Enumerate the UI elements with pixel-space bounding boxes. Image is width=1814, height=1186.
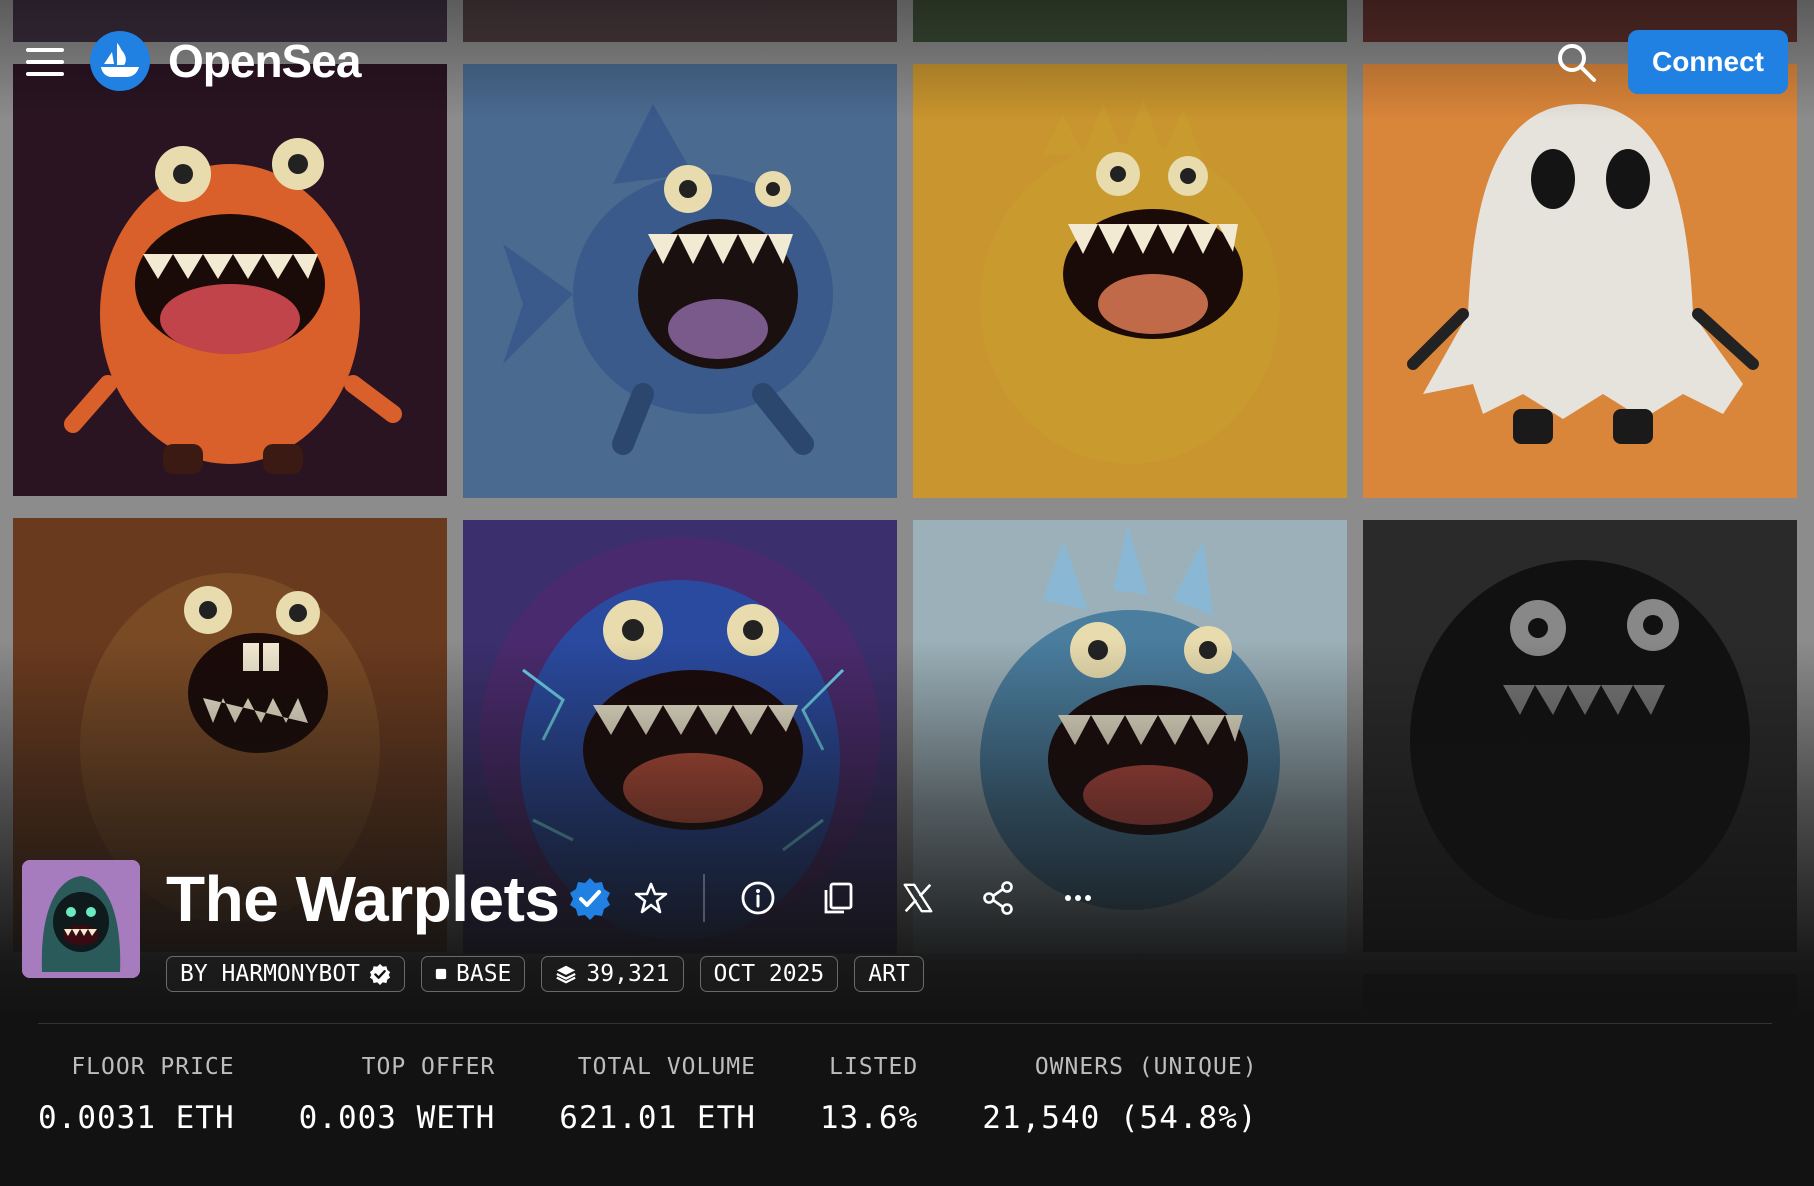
stat-label: FLOOR PRICE [71, 1054, 235, 1080]
date-tag: OCT 2025 [699, 956, 839, 992]
stats-divider [38, 1023, 1772, 1024]
x-twitter-icon[interactable] [898, 876, 938, 920]
items-count-tag[interactable]: 39,321 [541, 956, 684, 992]
collection-tags: BY HARMONYBOT BASE 39,321 OCT 2025 ART [166, 956, 924, 992]
stat-label: LISTED [829, 1054, 919, 1080]
base-chain-icon [435, 968, 447, 980]
stat-value: 21,540 (54.8%) [982, 1100, 1258, 1136]
stat-value: 0.0031 ETH [38, 1100, 235, 1136]
top-nav: OpenSea Connect [0, 0, 1814, 120]
info-icon[interactable] [738, 876, 778, 920]
stat-value: 621.01 ETH [559, 1100, 756, 1136]
stat-label: OWNERS (UNIQUE) [1034, 1054, 1258, 1080]
actions-divider [703, 874, 705, 922]
favorite-star-icon[interactable] [631, 876, 671, 920]
stat-floor-price[interactable]: FLOOR PRICE 0.0031 ETH [38, 1054, 235, 1136]
collection-title: The Warplets [166, 863, 560, 935]
category-tag-label: ART [868, 961, 910, 987]
copy-icon[interactable] [818, 876, 858, 920]
stat-label: TOTAL VOLUME [577, 1054, 756, 1080]
gallery-tile-orange-monster[interactable] [13, 64, 447, 496]
stat-value: 0.003 WETH [298, 1100, 496, 1136]
search-icon[interactable] [1554, 40, 1598, 84]
brand-name[interactable]: OpenSea [168, 34, 361, 88]
opensea-logo-icon[interactable] [90, 31, 150, 91]
collection-stats: FLOOR PRICE 0.0031 ETH TOP OFFER 0.003 W… [38, 1054, 1258, 1136]
connect-wallet-button[interactable]: Connect [1628, 30, 1788, 94]
share-icon[interactable] [978, 876, 1018, 920]
stat-total-volume[interactable]: TOTAL VOLUME 621.01 ETH [559, 1054, 756, 1136]
chain-tag-label: BASE [456, 961, 512, 987]
stat-label: TOP OFFER [361, 1054, 496, 1080]
creator-tag-label: BY HARMONYBOT [180, 961, 361, 987]
category-tag[interactable]: ART [854, 956, 924, 992]
gallery-tile-yellow-monster[interactable] [913, 64, 1347, 498]
gallery-tile-blue-fish-monster[interactable] [463, 64, 897, 498]
verified-badge-icon [568, 876, 612, 920]
stat-owners[interactable]: OWNERS (UNIQUE) 21,540 (54.8%) [982, 1054, 1257, 1136]
items-count-label: 39,321 [586, 961, 670, 987]
stat-value: 13.6% [819, 1100, 919, 1136]
layers-icon [556, 965, 577, 984]
more-options-icon[interactable] [1058, 876, 1098, 920]
gallery-tile-ghost[interactable] [1363, 64, 1797, 498]
stat-listed[interactable]: LISTED 13.6% [820, 1054, 918, 1136]
stat-top-offer[interactable]: TOP OFFER 0.003 WETH [299, 1054, 496, 1136]
date-tag-label: OCT 2025 [713, 961, 825, 987]
creator-tag[interactable]: BY HARMONYBOT [166, 956, 406, 992]
chain-tag[interactable]: BASE [421, 956, 526, 992]
hamburger-menu-icon[interactable] [26, 48, 64, 78]
creator-verified-icon [369, 963, 391, 985]
collection-avatar [22, 860, 140, 978]
